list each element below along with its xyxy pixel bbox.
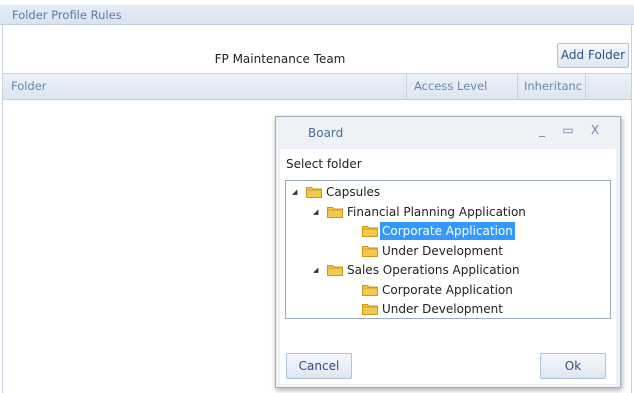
column-separator bbox=[585, 74, 586, 99]
folder-icon bbox=[327, 265, 343, 276]
folder-icon bbox=[362, 304, 378, 315]
column-header-access-level[interactable]: Access Level bbox=[406, 74, 513, 99]
folder-icon bbox=[362, 284, 378, 296]
grid-header: Folder Access Level Inheritanc bbox=[3, 73, 631, 100]
expanded-triangle-icon[interactable]: ◢ bbox=[313, 261, 323, 279]
folder-icon bbox=[362, 226, 378, 237]
cancel-button[interactable]: Cancel bbox=[286, 353, 352, 379]
tree-node-label[interactable]: Financial Planning Application bbox=[345, 203, 528, 221]
add-folder-button[interactable]: Add Folder bbox=[557, 43, 629, 68]
expanded-triangle-icon[interactable]: ◢ bbox=[292, 183, 302, 201]
minimize-icon[interactable]: _ bbox=[534, 122, 550, 138]
team-name: FP Maintenance Team bbox=[214, 52, 346, 66]
panel-border-right bbox=[631, 24, 632, 393]
panel-header: Folder Profile Rules bbox=[0, 5, 634, 25]
board-dialog: Board _ ▭ X Select folder ◢ Capsules ◢ Fina… bbox=[275, 116, 621, 388]
tree-node-label[interactable]: Sales Operations Application bbox=[345, 261, 522, 279]
folder-icon bbox=[306, 187, 322, 198]
tree-node-label[interactable]: Under Development bbox=[380, 300, 505, 318]
folder-tree[interactable]: ◢ Capsules ◢ Financial Planning Application… bbox=[285, 180, 611, 319]
dialog-title: Board bbox=[308, 126, 344, 140]
dialog-body: Select folder ◢ Capsules ◢ Financial Planni… bbox=[280, 149, 616, 384]
expanded-triangle-icon[interactable]: ◢ bbox=[313, 203, 323, 221]
folder-icon bbox=[362, 245, 378, 257]
close-icon[interactable]: X bbox=[587, 122, 603, 138]
folder-icon bbox=[327, 206, 343, 218]
tree-node-label[interactable]: Corporate Application bbox=[380, 281, 515, 299]
tree-node-label[interactable]: Corporate Application bbox=[380, 222, 515, 240]
column-header-inheritance[interactable]: Inheritanc bbox=[517, 74, 583, 99]
tree-node-label[interactable]: Under Development bbox=[380, 242, 505, 260]
panel-title: Folder Profile Rules bbox=[12, 8, 122, 22]
column-header-folder[interactable]: Folder bbox=[11, 74, 401, 99]
tree-node-label[interactable]: Capsules bbox=[324, 183, 382, 201]
ok-button[interactable]: Ok bbox=[540, 353, 606, 379]
select-folder-label: Select folder bbox=[286, 157, 362, 171]
maximize-icon[interactable]: ▭ bbox=[560, 122, 576, 138]
